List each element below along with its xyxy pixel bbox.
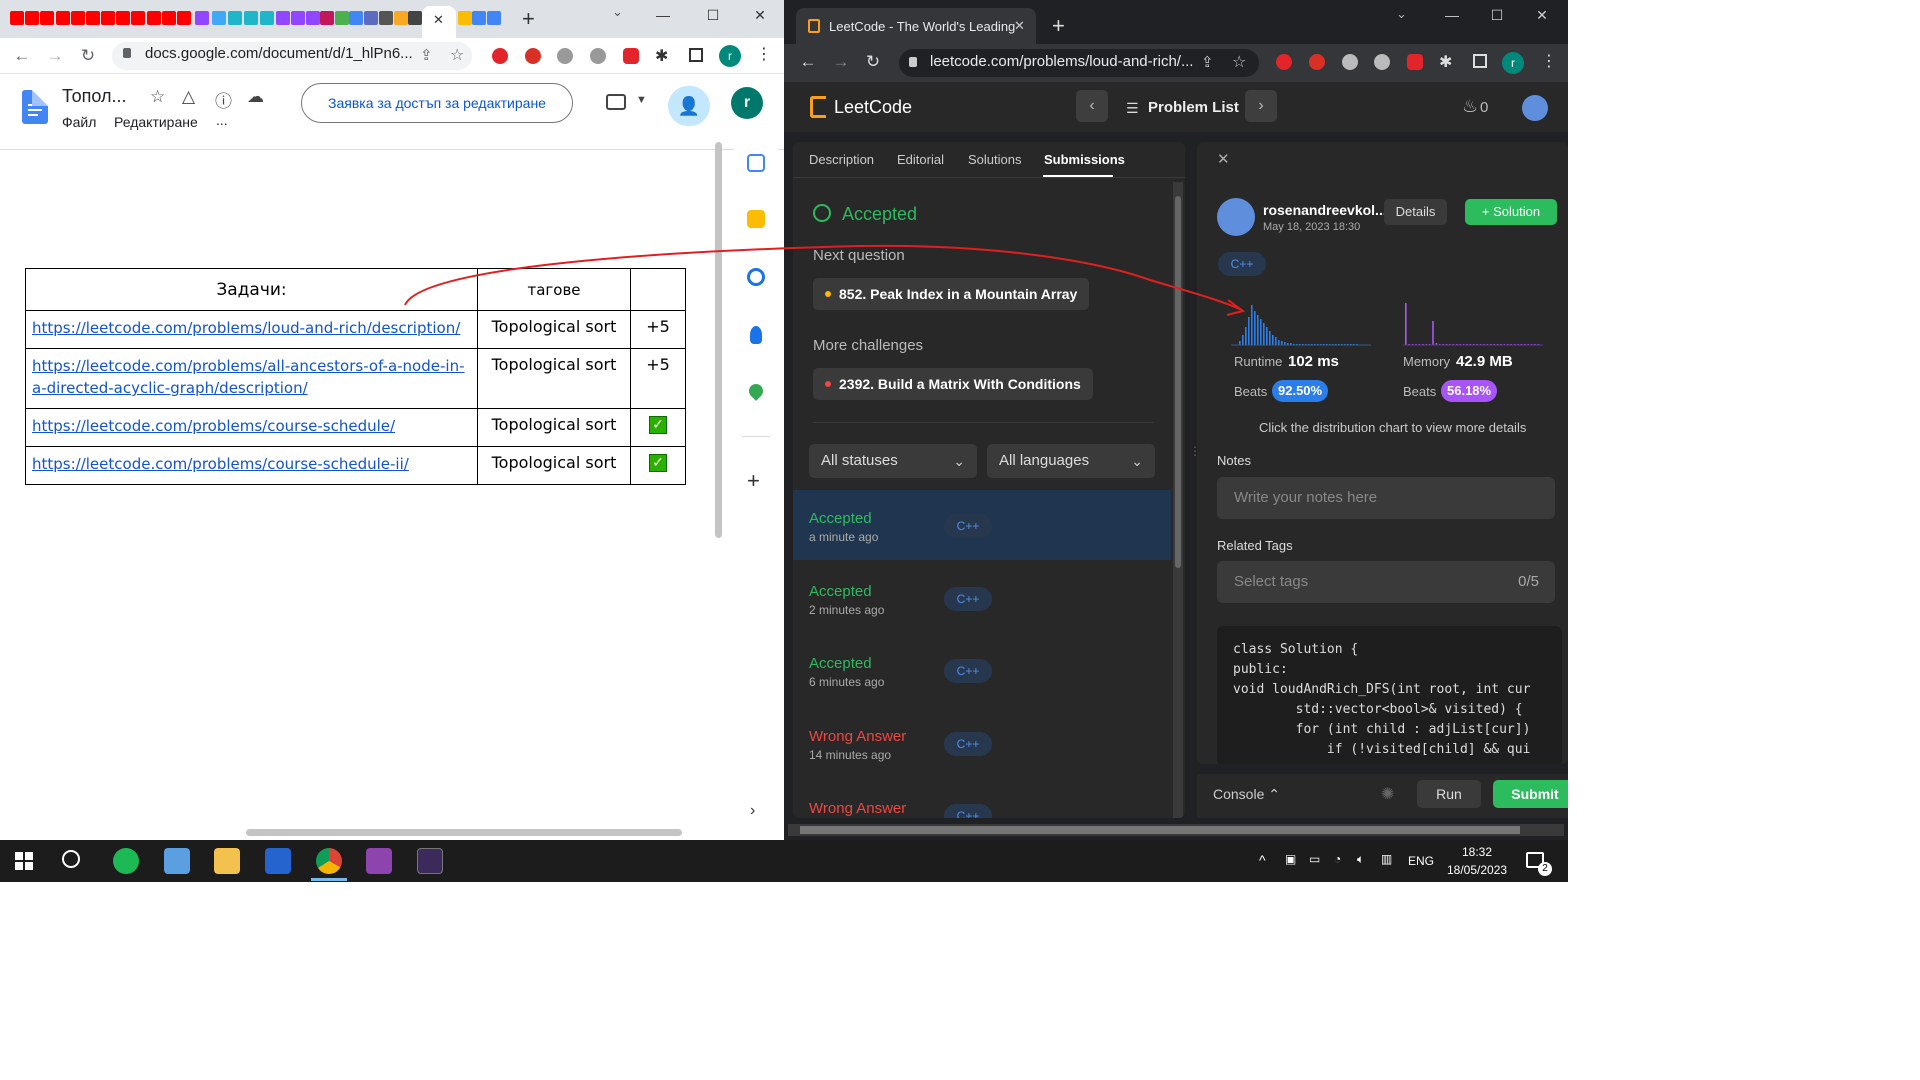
chrome-icon[interactable] — [316, 848, 342, 874]
input-language[interactable]: ENG — [1408, 854, 1434, 868]
spotify-icon[interactable] — [113, 848, 139, 874]
wifi-icon[interactable]: ◔ — [1334, 852, 1341, 866]
terminal-icon[interactable] — [417, 848, 443, 874]
annotation-arrow — [404, 244, 1243, 311]
tray-overflow-icon[interactable]: ^ — [1259, 852, 1266, 868]
network-icon[interactable]: ▥ — [1381, 852, 1392, 866]
active-app-indicator — [311, 878, 347, 881]
search-icon[interactable] — [62, 850, 80, 868]
file-explorer-icon[interactable] — [214, 848, 240, 874]
visual-studio-icon[interactable] — [366, 848, 392, 874]
windows-start-icon[interactable] — [15, 852, 33, 870]
todo-icon[interactable] — [265, 848, 291, 874]
annotation-overlay — [404, 244, 1246, 316]
battery-icon[interactable]: ▭ — [1309, 852, 1320, 866]
mail-app-icon[interactable] — [164, 848, 190, 874]
volume-icon[interactable]: 🔈︎ — [1357, 852, 1364, 867]
windows-taskbar: ^ ▣ ▭ ◔ 🔈︎ ▥ ENG 18:32 18/05/2023 2 — [0, 840, 1568, 882]
clock-date[interactable]: 18/05/2023 — [1447, 863, 1507, 877]
clock-time[interactable]: 18:32 — [1462, 845, 1492, 859]
notification-count: 2 — [1538, 862, 1552, 876]
tray-device-icon[interactable]: ▣ — [1285, 852, 1296, 866]
